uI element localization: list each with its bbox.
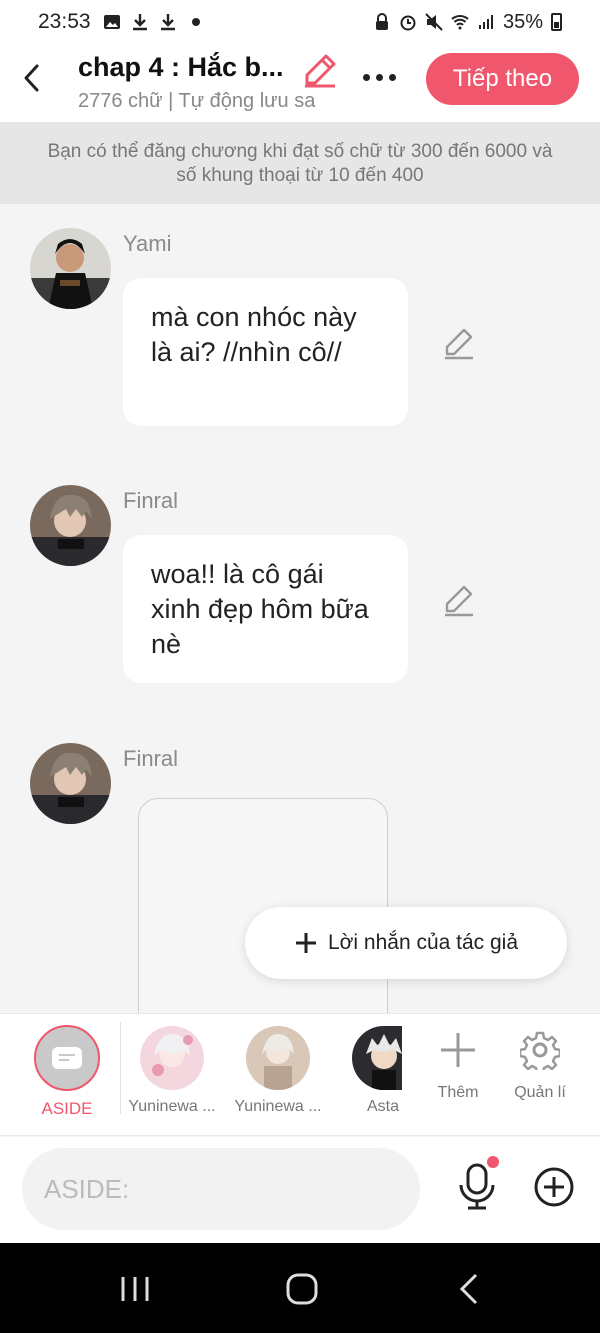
recent-apps-icon[interactable] (117, 1271, 153, 1307)
character-avatar (352, 1026, 402, 1090)
character-label: ASIDE (41, 1099, 93, 1118)
chapter-requirement-notice: Bạn có thể đăng chương khi đạt số chữ từ… (0, 122, 600, 204)
notification-dot-icon (191, 18, 200, 26)
status-bar: 23:53 35% (0, 0, 600, 44)
back-nav-icon[interactable] (454, 1271, 490, 1307)
avatar-yami[interactable] (30, 228, 111, 309)
chapter-title[interactable]: chap 4 : Hắc b... (78, 52, 298, 83)
edit-message-pencil-icon[interactable] (442, 583, 476, 617)
divider (120, 1022, 121, 1114)
more-options-icon[interactable] (356, 62, 402, 92)
edit-title-pencil-icon[interactable] (302, 52, 338, 88)
signal-icon (478, 15, 493, 29)
character-item[interactable]: Asta (352, 1026, 414, 1116)
character-avatar (140, 1026, 204, 1090)
message-bubble[interactable]: woa!! là cô gái xinh đẹp hôm bữa nè (123, 535, 408, 683)
battery-icon (551, 13, 562, 31)
microphone-icon[interactable] (456, 1161, 498, 1211)
lock-icon (375, 13, 388, 30)
add-character-button[interactable]: Thêm (430, 1030, 486, 1102)
word-count-status: 2776 chữ | Tự động lưu sa (78, 90, 316, 112)
character-label: Asta (366, 1098, 399, 1115)
add-attachment-icon[interactable] (533, 1166, 575, 1208)
composer-bar: ASIDE: (0, 1137, 600, 1243)
plus-icon (441, 1033, 475, 1067)
sender-name: Yami (123, 231, 172, 256)
system-navigation-bar (0, 1243, 600, 1333)
mute-icon (425, 13, 443, 31)
app-header: chap 4 : Hắc b... 2776 chữ | Tự động lưu… (0, 44, 600, 122)
aside-chat-icon (34, 1025, 100, 1091)
status-time: 23:53 (38, 10, 91, 33)
message-input[interactable]: ASIDE: (22, 1148, 420, 1230)
battery-percent: 35% (502, 10, 543, 33)
download-icon (160, 14, 175, 31)
sender-name: Finral (123, 488, 179, 513)
wifi-icon (451, 15, 469, 30)
gear-icon (520, 1031, 560, 1070)
character-item[interactable]: Yuninewa ... (127, 1026, 217, 1116)
character-label: Yuninewa ... (128, 1098, 216, 1115)
gallery-icon (103, 15, 120, 29)
chevron-left-icon (24, 64, 39, 92)
character-avatar (246, 1026, 310, 1090)
edit-message-pencil-icon[interactable] (442, 326, 476, 360)
alarm-icon (400, 15, 416, 31)
sender-name: Finral (123, 746, 179, 771)
add-label: Thêm (437, 1084, 479, 1101)
character-label: Yuninewa ... (234, 1098, 322, 1115)
author-note-button[interactable]: Lời nhắn của tác giả (245, 907, 567, 979)
recording-indicator-dot (487, 1156, 499, 1168)
character-aside[interactable]: ASIDE (34, 1025, 100, 1119)
character-item[interactable]: Yuninewa ... (233, 1026, 323, 1116)
next-button[interactable]: Tiếp theo (426, 53, 579, 105)
manage-label: Quản lí (514, 1084, 566, 1101)
plus-icon (295, 933, 316, 953)
avatar-finral[interactable] (30, 485, 111, 566)
author-note-label: Lời nhắn của tác giả (327, 931, 519, 954)
download-icon (132, 14, 147, 31)
message-bubble[interactable]: mà con nhóc này là ai? //nhìn cô// (123, 278, 408, 426)
avatar-finral[interactable] (30, 743, 111, 824)
back-button[interactable] (14, 58, 50, 98)
manage-characters-button[interactable]: Quản lí (508, 1030, 572, 1102)
home-icon[interactable] (284, 1271, 320, 1307)
